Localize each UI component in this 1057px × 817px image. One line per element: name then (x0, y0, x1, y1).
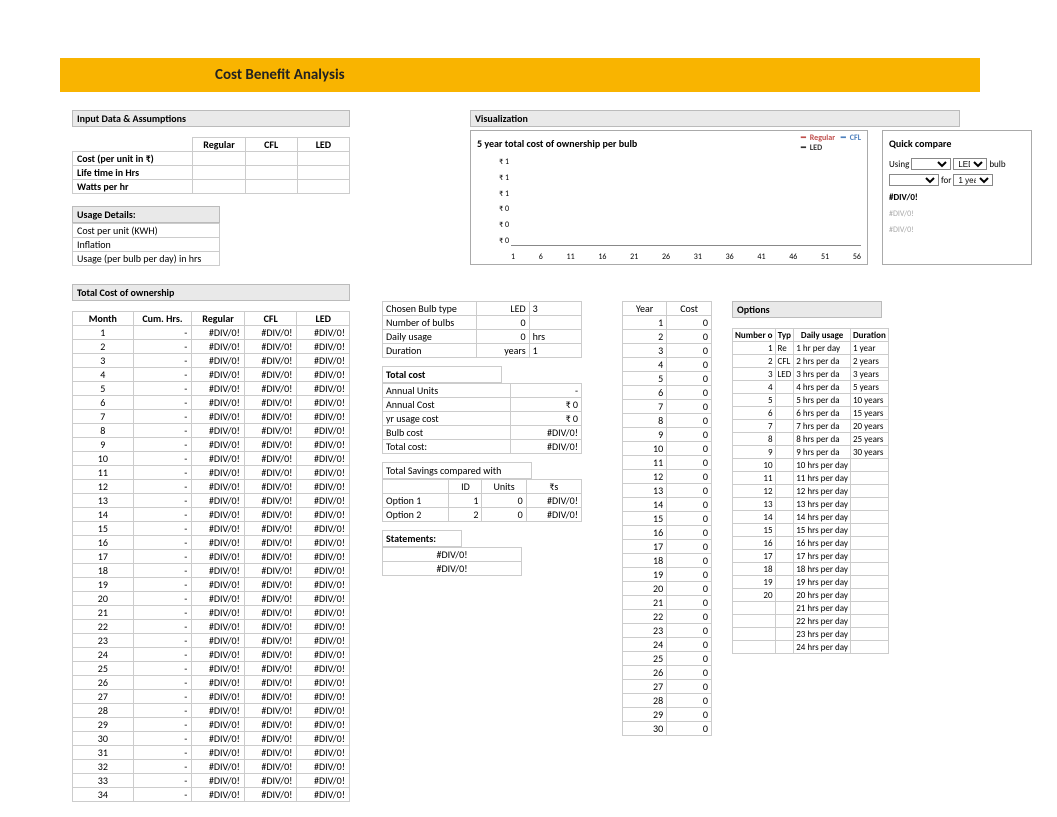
row-cost: Cost (per unit in ₹) (73, 152, 193, 166)
qc-error: #DIV/0! (889, 192, 1025, 203)
statements-table: #DIV/0! #DIV/0! (382, 547, 522, 576)
usage-row: Inflation (73, 238, 220, 252)
table-row: 9 (73, 438, 134, 452)
table-row: 32 (73, 760, 134, 774)
chart-plot-area (511, 157, 861, 246)
row-watts: Watts per hr (73, 180, 193, 194)
table-row: 31 (73, 746, 134, 760)
total-cost-header: Total cost (382, 366, 502, 383)
table-row: 33 (73, 774, 134, 788)
table-row: 2 (73, 340, 134, 354)
input-section-header: Input Data & Assumptions (72, 110, 350, 127)
input-assumptions-table: Regular CFL LED Cost (per unit in ₹) Lif… (72, 137, 350, 194)
table-row: 24 (73, 648, 134, 662)
tco-chart: 5 year total cost of ownership per bulb … (470, 130, 868, 265)
chart-legend: ━Regular ━CFL ━LED (797, 133, 861, 153)
table-row: 16 (73, 536, 134, 550)
table-row: 26 (73, 676, 134, 690)
table-row: 8 (73, 424, 134, 438)
quick-compare-box: Quick compare Using LED bulb for 1 year … (882, 130, 1032, 265)
chosen-table: Chosen Bulb typeLED3Number of bulbs0Dail… (382, 301, 582, 358)
table-row: 3 (73, 354, 134, 368)
table-row: 30 (73, 732, 134, 746)
row-life: Life time in Hrs (73, 166, 193, 180)
table-row: 18 (73, 564, 134, 578)
qc-select-1[interactable] (911, 158, 951, 170)
table-row: 25 (73, 662, 134, 676)
table-row: 21 (73, 606, 134, 620)
qc-title: Quick compare (889, 137, 1025, 150)
usage-header: Usage Details: (72, 206, 220, 223)
page-title: Cost Benefit Analysis (215, 66, 345, 84)
table-row: 7 (73, 410, 134, 424)
table-row: 15 (73, 522, 134, 536)
table-row: 28 (73, 704, 134, 718)
statements-header: Statements: (382, 530, 462, 547)
table-row: 20 (73, 592, 134, 606)
table-row: 13 (73, 494, 134, 508)
table-row: 11 (73, 466, 134, 480)
table-row: 6 (73, 396, 134, 410)
col-led: LED (297, 138, 349, 152)
table-row: 5 (73, 382, 134, 396)
col-cfl: CFL (245, 138, 297, 152)
options-header: Options (732, 301, 882, 318)
table-row: 27 (73, 690, 134, 704)
qc-select-3[interactable] (889, 174, 939, 186)
savings-header: Total Savings compared with (382, 462, 532, 479)
options-table: Number o Typ Daily usage Duration 1Re1 h… (732, 328, 889, 654)
table-row: 1 (73, 326, 134, 340)
qc-select-4[interactable]: 1 year (953, 174, 993, 186)
usage-row: Cost per unit (KWH) (73, 224, 220, 238)
title-banner: Cost Benefit Analysis (60, 58, 980, 92)
table-row: 10 (73, 452, 134, 466)
usage-row: Usage (per bulb per day) in hrs (73, 252, 220, 266)
col-regular: Regular (193, 138, 245, 152)
usage-table: Cost per unit (KWH) Inflation Usage (per… (72, 223, 220, 266)
table-row: 29 (73, 718, 134, 732)
total-cost-table: Annual Units-Annual Cost₹ 0yr usage cost… (382, 383, 582, 454)
table-row: 14 (73, 508, 134, 522)
viz-section-header: Visualization (470, 110, 960, 127)
table-row: 23 (73, 634, 134, 648)
year-cost-table: YearCost 1020304050607080901001101201301… (622, 301, 712, 736)
table-row: 4 (73, 368, 134, 382)
table-row: 17 (73, 550, 134, 564)
tco-header: Total Cost of ownership (72, 284, 350, 301)
tco-table: Month Cum. Hrs. Regular CFL LED 1-#DIV/0… (72, 311, 350, 802)
table-row: 22 (73, 620, 134, 634)
savings-table: IDUnits₹sOption 110#DIV/0!Option 220#DIV… (382, 479, 582, 522)
table-row: 34 (73, 788, 134, 802)
qc-select-2[interactable]: LED (953, 158, 987, 170)
table-row: 19 (73, 578, 134, 592)
table-row: 12 (73, 480, 134, 494)
